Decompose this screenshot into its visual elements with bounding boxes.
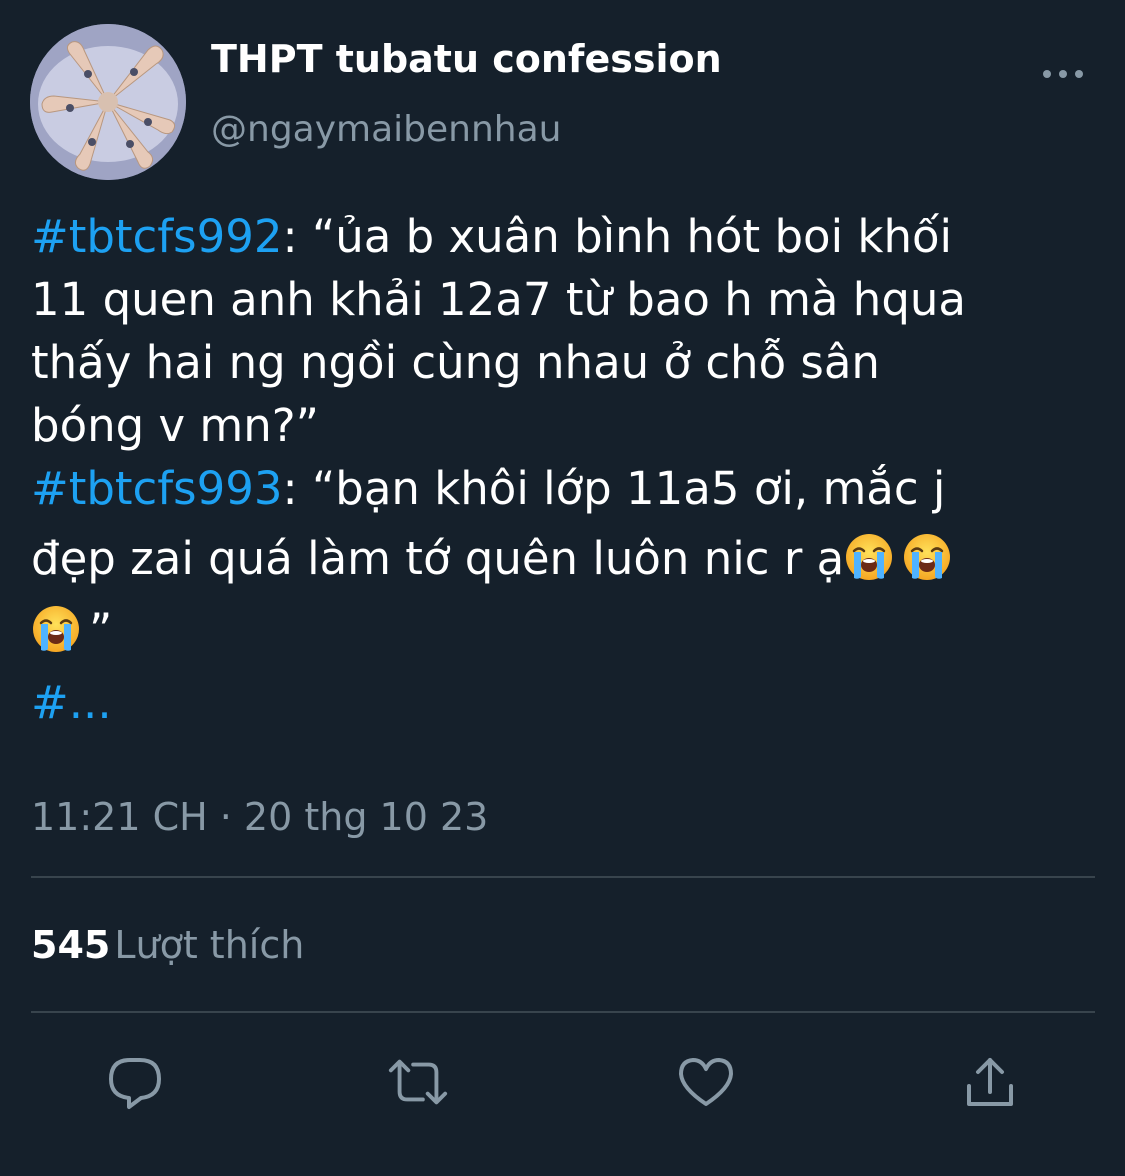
tweet-line: đẹp zai quá làm tớ quên luôn nic r ạ [31,527,1071,599]
share-icon[interactable] [958,1050,1022,1114]
tweet-text-segment: bóng v mn?” [31,399,319,452]
tweet-text-segment: : “bạn khôi lớp 11a5 ơi, mắc j [282,462,946,515]
likes-stat[interactable]: 545 Lượt thích [31,920,304,970]
hashtag-link[interactable]: #... [31,676,112,729]
avatar[interactable] [30,24,186,180]
tweet-line: bóng v mn?” [31,394,1071,457]
divider [31,1011,1095,1013]
loudly-crying-face-emoji [846,534,893,580]
tweet-line: #... [31,671,1071,734]
tweet-text-segment: ” [89,604,113,657]
reply-icon[interactable] [103,1050,167,1114]
tweet-line: #tbtcfs993: “bạn khôi lớp 11a5 ơi, mắc j [31,457,1071,520]
loudly-crying-face-emoji [33,606,79,652]
tweet-text: #tbtcfs992: “ủa b xuân bình hót boi khối… [31,205,1071,734]
loudly-crying-face-emoji [904,534,951,580]
hashtag-link[interactable]: #tbtcfs992 [31,210,282,263]
action-bar [0,1050,1125,1120]
tweet-line: thấy hai ng ngồi cùng nhau ở chỗ sân [31,331,1071,394]
more-dot [1075,70,1083,78]
divider [31,876,1095,878]
tweet-line: #tbtcfs992: “ủa b xuân bình hót boi khối [31,205,1071,268]
likes-count: 545 [31,923,111,967]
account-handle[interactable]: @ngaymaibennhau [211,107,562,153]
more-horizontal-icon[interactable] [1043,62,1083,86]
more-dot [1059,70,1067,78]
retweet-icon[interactable] [386,1050,450,1114]
tweet-text-segment: thấy hai ng ngồi cùng nhau ở chỗ sân [31,336,880,389]
more-dot [1043,70,1051,78]
tweet-detail: THPT tubatu confession @ngaymaibennhau #… [0,0,1125,1176]
tweet-text-segment: đẹp zai quá làm tớ quên luôn nic r ạ [31,532,845,585]
hashtag-link[interactable]: #tbtcfs993 [31,462,282,515]
heart-icon[interactable] [674,1050,738,1114]
tweet-line: 11 quen anh khải 12a7 từ bao h mà hqua [31,268,1071,331]
tweet-line: ” [31,599,1071,671]
tweet-header: THPT tubatu confession @ngaymaibennhau [30,24,1095,184]
account-name[interactable]: THPT tubatu confession [211,36,722,82]
likes-label: Lượt thích [114,923,305,967]
tweet-timestamp[interactable]: 11:21 CH · 20 thg 10 23 [31,792,488,842]
tweet-text-segment: 11 quen anh khải 12a7 từ bao h mà hqua [31,273,966,326]
tweet-text-segment: : “ủa b xuân bình hót boi khối [282,210,953,263]
